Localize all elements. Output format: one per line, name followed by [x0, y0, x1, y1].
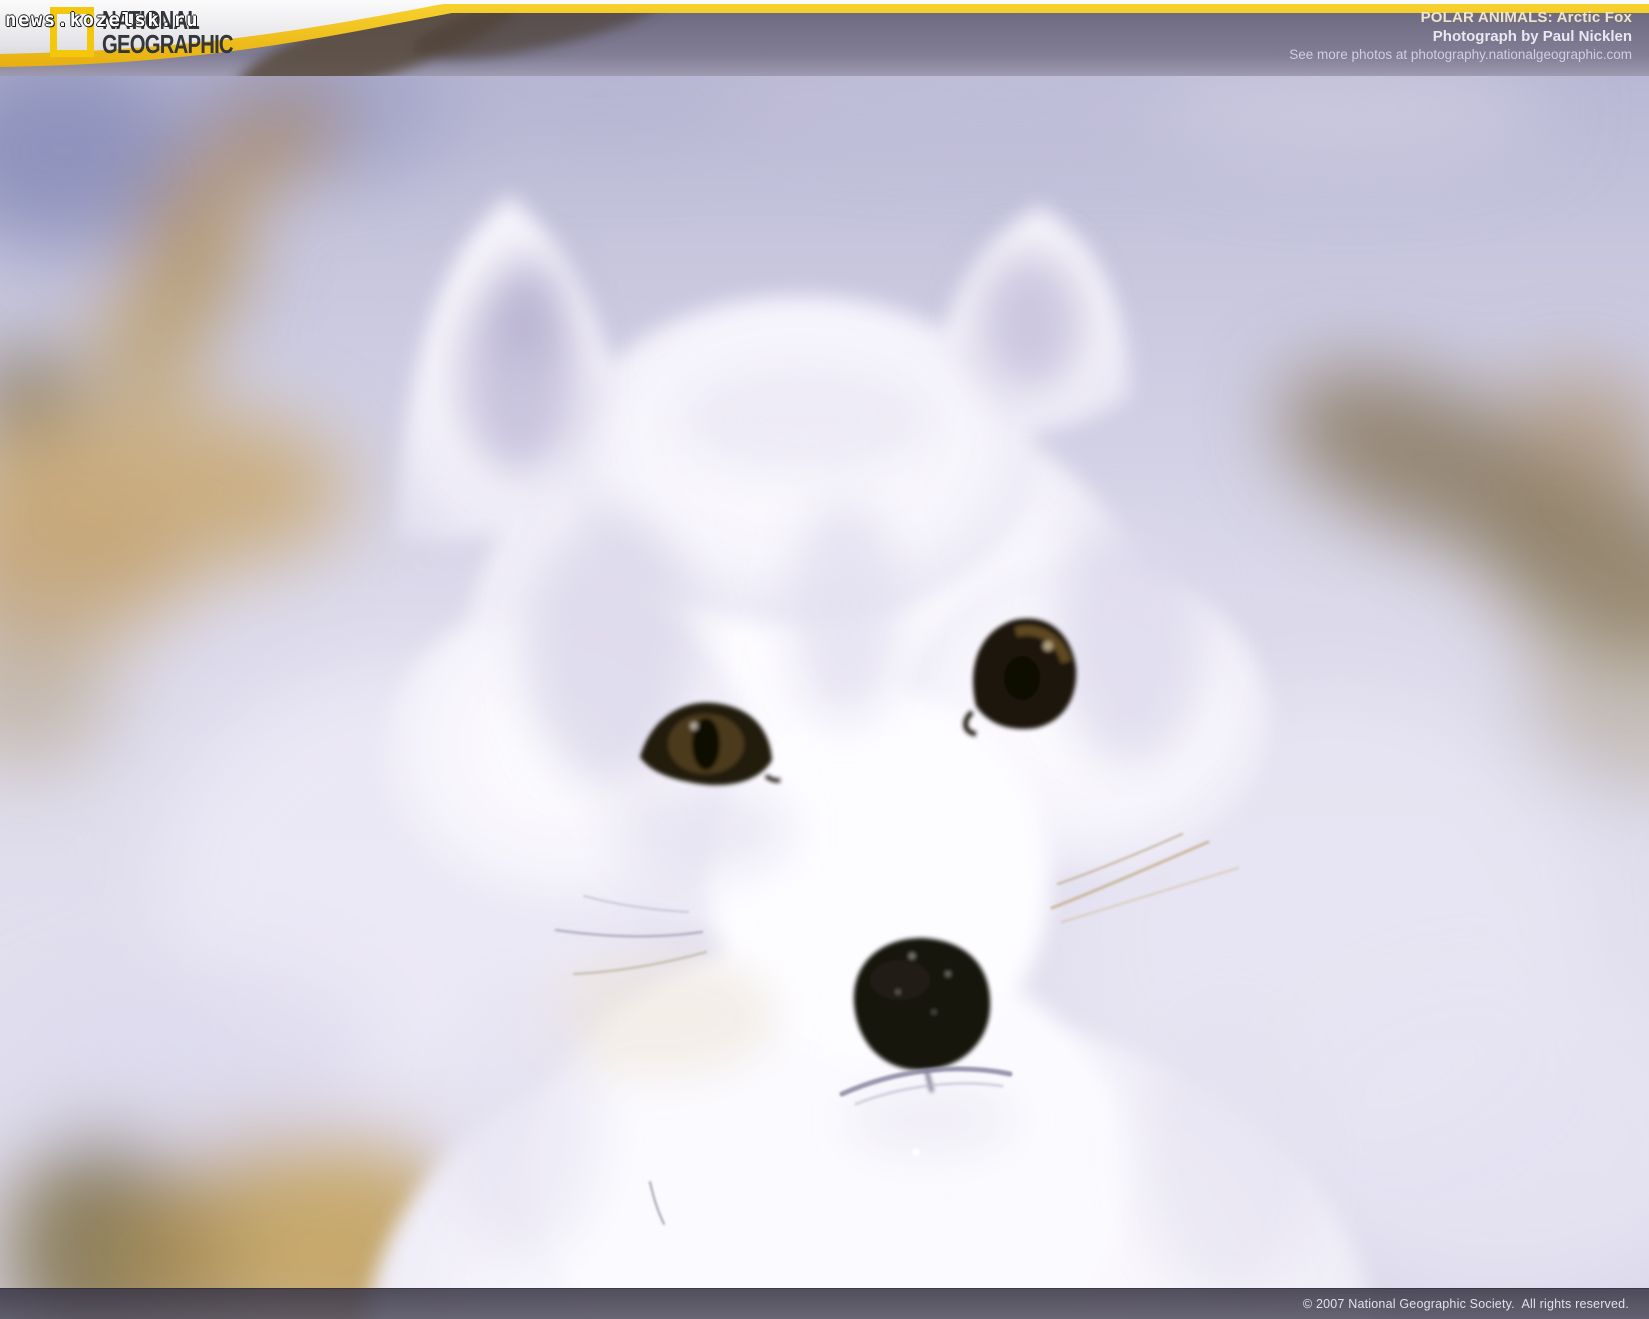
see-more-link-text: See more photos at photography.nationalg…: [1289, 48, 1632, 62]
right-inner-ear: [975, 250, 1085, 394]
copyright-text: © 2007 National Geographic Society. All …: [1303, 1297, 1649, 1311]
copyright-bar: © 2007 National Geographic Society. All …: [0, 1288, 1649, 1319]
wallpaper-stage: POLAR ANIMALS: Arctic Fox Photograph by …: [0, 0, 1649, 1319]
arctic-fox-photo: [0, 0, 1649, 1319]
photo-title: POLAR ANIMALS: Arctic Fox: [1289, 10, 1632, 25]
site-watermark: news.kozelsk.ru: [5, 9, 199, 31]
photo-credit-block: POLAR ANIMALS: Arctic Fox Photograph by …: [1289, 10, 1632, 62]
photographer-credit: Photograph by Paul Nicklen: [1289, 29, 1632, 44]
snow-sparkle: [912, 1148, 920, 1156]
ng-logo-line2: GEOGRAPHIC: [102, 32, 233, 56]
photo-svg: [0, 0, 1649, 1319]
fox-nose: [854, 938, 990, 1070]
